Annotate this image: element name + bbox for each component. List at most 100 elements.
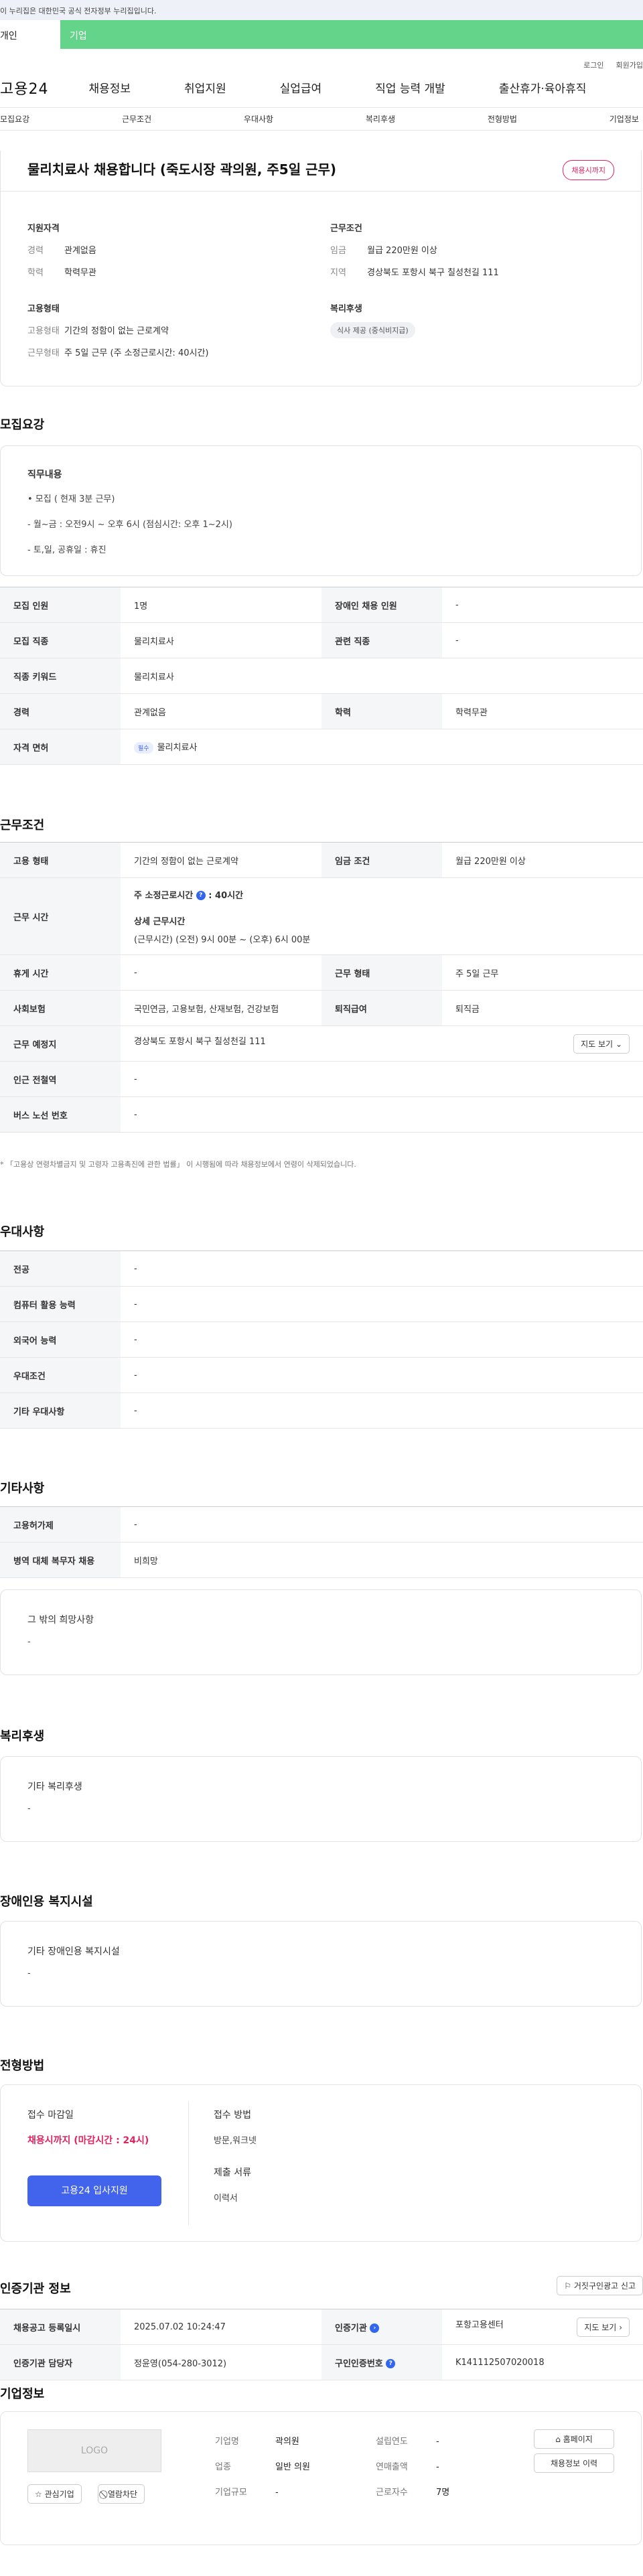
tab-company[interactable]: 기업정보 [610, 113, 639, 125]
gov-notice: 이 누리집은 대한민국 공식 전자정부 누리집입니다. [0, 7, 157, 15]
tab-pref[interactable]: 우대사항 [244, 113, 273, 125]
gov-notice-bar: 이 누리집은 대한민국 공식 전자정부 누리집입니다. [0, 0, 643, 20]
cond-head: 근무조건 [330, 224, 362, 234]
disability-box-value: - [27, 1969, 31, 1979]
docs-head: 제출 서류 [214, 2167, 251, 2178]
site-logo[interactable]: 고용24 [0, 77, 48, 98]
block-button[interactable]: ⃠ 열람차단 [98, 2484, 145, 2504]
table-row: 휴게 시간 - 근무 형태 주 5일 근무 [0, 954, 643, 991]
table-row: 모집 직종 물리치료사 관련 직종 - [0, 622, 643, 658]
welfare-chip: 식사 제공 (중식비지급) [330, 322, 415, 338]
interest-button[interactable]: ☆ 관심기업 [27, 2484, 82, 2504]
company-logo: LOGO [27, 2429, 161, 2472]
job-history-button[interactable]: 채용정보 이력 [534, 2453, 614, 2473]
info-icon[interactable]: ? [386, 2359, 396, 2368]
method-head: 접수 방법 [214, 2110, 251, 2121]
agency-map-button[interactable]: 지도 보기 › [577, 2317, 630, 2337]
cell-key: 고용허가제 [0, 1506, 121, 1543]
welfare-box: 기타 복리후생 - [0, 1756, 642, 1842]
table-row: 기타 우대사항 - [0, 1392, 643, 1429]
cell-value: - [121, 1286, 643, 1322]
cell-value: - [121, 954, 322, 991]
table-row: 고용 형태 기간의 정함이 없는 근로계약 임금 조건 월급 220만원 이상 [0, 842, 643, 878]
gnb-item[interactable]: 실업급여 [280, 79, 322, 96]
table-row: 사회보험 국민연금, 고용보험, 산재보험, 건강보험 퇴직급여 퇴직금 [0, 990, 643, 1026]
disability-box: 기타 장애인용 복지시설 - [0, 1921, 642, 2007]
cell-key: 근무 시간 [0, 877, 121, 955]
cell-key: 장애인 채용 인원 [322, 587, 442, 623]
report-icon: ⚐ [564, 2281, 572, 2291]
cell-value: 국민연금, 고용보험, 산재보험, 건강보험 [121, 990, 322, 1026]
info-value: 7명 [436, 2488, 450, 2498]
cell-key: 경력 [0, 693, 121, 729]
chevron-down-icon: ⌄ [615, 1039, 622, 1049]
gnb-item[interactable]: 채용정보 [88, 79, 131, 96]
required-tag: 필수 [134, 742, 153, 754]
company-info-left: 기업명 곽의원 업종 일반 의원 기업규모 - [215, 2429, 310, 2506]
license-value: 물리치료사 [157, 743, 198, 753]
home-icon: ⌂ [555, 2435, 561, 2444]
table-row: 컴퓨터 활용 능력 - [0, 1286, 643, 1322]
kv-key: 임금 [330, 246, 346, 256]
docs-value: 이력서 [214, 2194, 238, 2204]
tab-business[interactable]: 기업 [60, 20, 643, 49]
gnb-item[interactable]: 취업지원 [184, 79, 226, 96]
tab-recruit[interactable]: 모집요강 [0, 113, 29, 125]
cell-key: 근무 형태 [322, 954, 442, 991]
gnb-item[interactable]: 직업 능력 개발 [375, 79, 445, 96]
table-row: 고용허가제 - [0, 1506, 643, 1543]
work-table: 고용 형태 기간의 정함이 없는 근로계약 임금 조건 월급 220만원 이상 … [0, 842, 643, 1133]
pref-table: 전공 - 컴퓨터 활용 능력 - 외국어 능력 - 우대조건 - 기타 우대사항 - [0, 1250, 643, 1429]
table-row: 버스 노선 번호 - [0, 1096, 643, 1133]
cell-key: 관련 직종 [322, 622, 442, 658]
disability-box-head: 기타 장애인용 복지시설 [27, 1946, 120, 1957]
section-title-selection: 전형방법 [0, 2059, 45, 2073]
section-title-pref: 우대사항 [0, 1225, 45, 1239]
join-link[interactable]: 회원가입 [616, 60, 643, 70]
login-link[interactable]: 로그인 [583, 60, 603, 70]
tab-selection[interactable]: 전형방법 [488, 113, 517, 125]
kv-row: 고용형태 기간의 정함이 없는 근로계약 [27, 324, 309, 336]
kv-key: 경력 [27, 246, 44, 256]
kv-value: 관계없음 [64, 246, 96, 256]
report-button[interactable]: ⚐ 거짓구인광고 신고 [557, 2276, 643, 2295]
qual-block: 지원자격 경력 관계없음 학력 학력무관 [27, 221, 309, 278]
cell-value: 경상북도 포항시 북구 칠성천길 111 지도 보기 ⌄ [121, 1025, 643, 1062]
tab-work[interactable]: 근무조건 [122, 113, 151, 125]
kv-value: 기간의 정함이 없는 근로계약 [64, 326, 169, 336]
utility-links: 로그인 회원가입 [0, 49, 643, 70]
info-value: - [436, 2462, 439, 2472]
section-title-disability: 장애인용 복지시설 [0, 1895, 93, 1909]
table-row: 외국어 능력 - [0, 1321, 643, 1358]
table-row: 인근 전철역 - [0, 1061, 643, 1097]
gnb-item[interactable]: 출산휴가·육아휴직 [499, 79, 587, 96]
info-row: 기업규모 - [215, 2480, 310, 2506]
section-title-work: 근무조건 [0, 818, 45, 833]
report-button-label: 거짓구인광고 신고 [573, 2281, 636, 2291]
kv-row: 학력 학력무관 [27, 265, 309, 278]
homepage-button[interactable]: ⌂ 홈페이지 [534, 2429, 614, 2449]
map-button[interactable]: 지도 보기 ⌄ [573, 1033, 630, 1054]
agency-table: 채용공고 등록일시 2025.07.02 10:24:47 인증기관 › 포항고… [0, 2309, 643, 2380]
recruit-table: 모집 인원 1명 장애인 채용 인원 - 모집 직종 물리치료사 관련 직종 -… [0, 587, 643, 765]
info-icon[interactable]: ? [196, 891, 206, 900]
tab-individual[interactable]: 개인 [0, 20, 60, 49]
info-icon[interactable]: › [370, 2323, 380, 2333]
table-row: 모집 인원 1명 장애인 채용 인원 - [0, 587, 643, 623]
cell-value: - [121, 1096, 643, 1133]
cell-value: - [121, 1321, 643, 1358]
table-row: 근무 예정지 경상북도 포항시 북구 칠성천길 111 지도 보기 ⌄ [0, 1025, 643, 1062]
cell-value: - [121, 1506, 643, 1543]
apply-button[interactable]: 고용24 입사지원 [27, 2175, 161, 2206]
info-value: - [275, 2488, 279, 2498]
tab-welfare[interactable]: 복리후생 [366, 113, 395, 125]
cell-key: 컴퓨터 활용 능력 [0, 1286, 121, 1322]
section-tabs: 모집요강 근무조건 우대사항 복리후생 전형방법 기업정보 [0, 108, 643, 131]
cell-key: 퇴직급여 [322, 990, 442, 1026]
cond-block: 근무조건 임금 월급 220만원 이상 지역 경상북도 포항시 북구 칠성천길 11… [330, 221, 612, 278]
table-row: 채용공고 등록일시 2025.07.02 10:24:47 인증기관 › 포항고… [0, 2309, 643, 2345]
duty-head: 직무내용 [27, 470, 62, 480]
info-row: 설립연도 - [376, 2429, 449, 2455]
cell-value: 주 소정근로시간 ? : 40시간 상세 근무시간 (근무시간) (오전) 9시… [121, 877, 643, 955]
cell-value: 물리치료사 [121, 658, 643, 694]
